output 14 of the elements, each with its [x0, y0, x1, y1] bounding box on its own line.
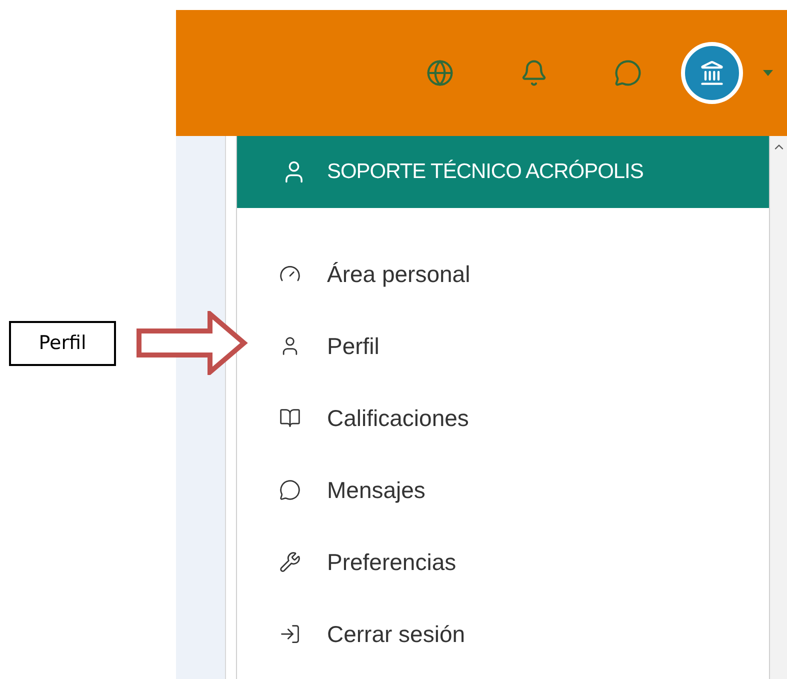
callout-label: Perfil [9, 321, 116, 366]
menu-item[interactable]: Preferencias [279, 526, 456, 598]
menu-item[interactable]: Área personal [279, 238, 470, 310]
wrench-icon [279, 551, 301, 573]
speech-bubble-icon [279, 479, 301, 501]
menu-item[interactable]: Perfil [279, 310, 380, 382]
user-name: SOPORTE TÉCNICO ACRÓPOLIS [327, 158, 644, 186]
scrollbar[interactable] [770, 136, 787, 679]
menu-item[interactable]: Calificaciones [279, 382, 469, 454]
logout-icon [279, 623, 301, 645]
caret-icon[interactable] [763, 70, 773, 76]
menu-item[interactable]: Mensajes [279, 454, 426, 526]
book-icon [279, 407, 301, 429]
menu-item[interactable]: Cerrar sesión [279, 598, 466, 670]
